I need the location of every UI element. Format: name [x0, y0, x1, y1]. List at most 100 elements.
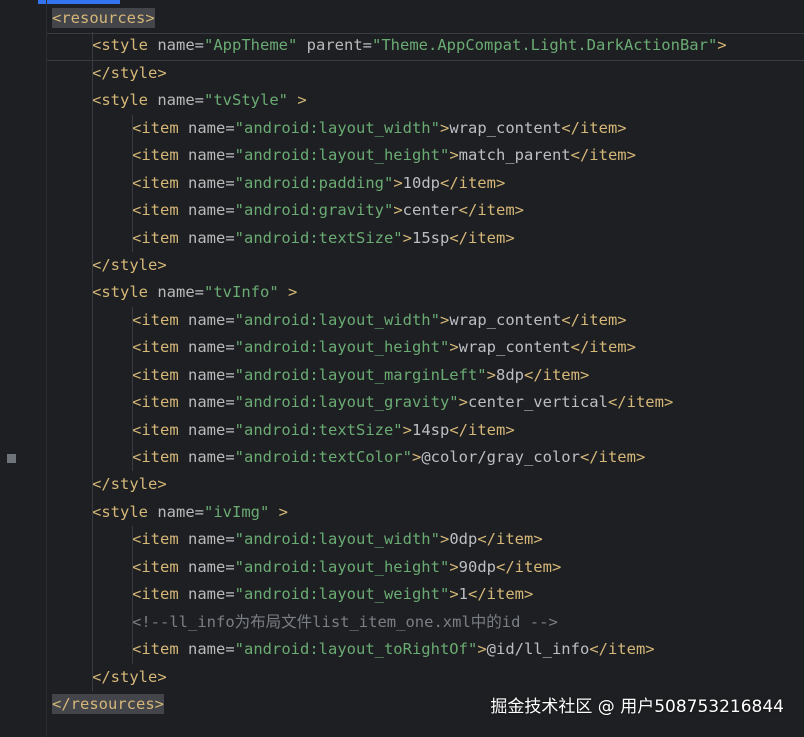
- indent-guide: [132, 306, 133, 335]
- code-line[interactable]: <!--ll_info为布局文件list_item_one.xml中的id --…: [52, 608, 804, 637]
- indent-guide: [132, 553, 133, 582]
- code-token-tag: <style: [92, 502, 158, 521]
- code-token-attr: name: [157, 283, 195, 302]
- indent-guide: [92, 279, 93, 307]
- code-token-attr: name: [157, 36, 195, 55]
- code-line[interactable]: <item name="android:gravity">center</ite…: [52, 197, 804, 225]
- code-line[interactable]: <item name="android:layout_width">wrap_c…: [52, 114, 804, 143]
- indent-guide: [92, 32, 93, 60]
- code-token-tag: </item>: [468, 585, 534, 604]
- code-line[interactable]: <style name="tvStyle" >: [52, 87, 804, 115]
- code-token-txt: =: [225, 118, 235, 137]
- code-token-txt: =: [194, 91, 204, 110]
- code-token-txt: =: [225, 146, 235, 165]
- code-token-tag: >: [288, 283, 298, 302]
- code-token-val: "android:layout_height": [234, 146, 450, 165]
- code-line[interactable]: </style>: [52, 251, 804, 280]
- indent-guide: [132, 416, 133, 444]
- code-line[interactable]: <item name="android:layout_height">90dp<…: [52, 553, 804, 582]
- code-token-tag: >: [477, 640, 487, 659]
- code-line[interactable]: <item name="android:layout_marginLeft">8…: [52, 361, 804, 390]
- code-token-txt: center_vertical: [467, 393, 608, 412]
- code-token-val: "android:layout_toRightOf": [234, 640, 478, 659]
- code-line[interactable]: <item name="android:padding">10dp</item>: [52, 169, 804, 198]
- code-line[interactable]: <style name="ivImg" >: [52, 498, 804, 527]
- code-token-tag: <item: [132, 448, 188, 466]
- code-token-txt: 90dp: [458, 557, 496, 576]
- code-line-content: <item name="android:layout_width">wrap_c…: [132, 119, 627, 137]
- code-token-txt: =: [225, 365, 235, 384]
- code-token-val: "tvInfo": [204, 283, 279, 302]
- code-line[interactable]: <item name="android:textSize">14sp</item…: [52, 416, 804, 444]
- code-line[interactable]: <item name="android:layout_toRightOf">@i…: [52, 636, 804, 664]
- code-token-val: "tvStyle": [204, 91, 288, 110]
- code-token-txt: =: [225, 585, 235, 604]
- gutter-separator: [46, 0, 47, 737]
- code-token-tag: <item: [132, 173, 188, 192]
- code-token-tag: >: [402, 420, 412, 439]
- code-token-tag: <item: [132, 557, 188, 576]
- code-line[interactable]: <item name="android:textSize">15sp</item…: [52, 224, 804, 252]
- code-token-tag: </item>: [523, 365, 590, 384]
- code-token-tag: </style>: [92, 667, 167, 686]
- code-line-content: <!--ll_info为布局文件list_item_one.xml中的id --…: [132, 613, 558, 631]
- code-line[interactable]: <item name="android:layout_width">0dp</i…: [52, 526, 804, 554]
- code-token-tag: >: [458, 393, 468, 412]
- indent-guide: [92, 114, 93, 143]
- code-token-tag: >: [449, 557, 459, 576]
- code-line[interactable]: </style>: [52, 471, 804, 499]
- code-line[interactable]: <item name="android:layout_weight">1</it…: [52, 581, 804, 609]
- code-token-tag: </item>: [561, 118, 627, 137]
- code-line[interactable]: <style name="tvInfo" >: [52, 279, 804, 307]
- indent-guide: [92, 334, 93, 362]
- indent-guide: [92, 361, 93, 390]
- code-line[interactable]: <item name="android:layout_height">wrap_…: [52, 334, 804, 362]
- code-line[interactable]: <item name="android:textColor">@color/gr…: [52, 444, 804, 472]
- code-line[interactable]: <item name="android:layout_height">match…: [52, 142, 804, 170]
- code-line-content: <resources>: [52, 8, 155, 28]
- code-token-attr: name: [157, 502, 195, 521]
- code-token-attr: name: [188, 173, 226, 192]
- code-line-content: <style name="ivImg" >: [92, 503, 288, 521]
- indent-guide: [132, 389, 133, 417]
- code-token-tag: </item>: [458, 201, 524, 220]
- code-token-tag: </style>: [92, 63, 167, 82]
- code-token-val: "android:layout_width": [234, 530, 440, 549]
- code-line-content: <style name="tvStyle" >: [92, 91, 307, 109]
- code-token-txt: =: [194, 36, 204, 55]
- editor-gutter[interactable]: [0, 0, 38, 737]
- code-token-tag: <style: [92, 91, 158, 110]
- indent-guide: [92, 197, 93, 225]
- code-line[interactable]: <item name="android:layout_gravity">cent…: [52, 389, 804, 417]
- code-token-attr: name: [188, 530, 226, 549]
- code-token-tag: </item>: [579, 448, 646, 466]
- code-line-content: <style name="AppTheme" parent="Theme.App…: [92, 36, 727, 54]
- code-editor[interactable]: <resources> <style name="AppTheme" parent…: [52, 5, 804, 718]
- code-token-tag: <item: [132, 640, 188, 659]
- code-token-tag: >: [393, 201, 403, 220]
- code-token-txt: =: [194, 283, 204, 302]
- code-line[interactable]: </style>: [52, 663, 804, 691]
- code-line[interactable]: <resources>: [52, 5, 804, 32]
- indent-guide: [132, 526, 133, 554]
- code-token-val: "android:layout_width": [234, 118, 440, 137]
- code-token-tag: <item: [132, 420, 188, 439]
- code-line[interactable]: </style>: [52, 59, 804, 88]
- code-line-content: </style>: [92, 64, 167, 82]
- code-token-attr: name: [157, 91, 195, 110]
- bookmark-marker-icon[interactable]: [7, 454, 16, 463]
- code-token-val: "ivImg": [204, 502, 270, 521]
- code-token-txt: @color/gray_color: [421, 448, 580, 466]
- indent-guide: [92, 581, 93, 609]
- indent-guide: [132, 608, 133, 637]
- code-line-content: </style>: [92, 475, 167, 493]
- code-token-tag: >: [402, 228, 412, 247]
- code-line-content: </style>: [92, 256, 167, 274]
- code-token-tag: >: [486, 365, 496, 384]
- code-line-content: <item name="android:textSize">15sp</item…: [132, 229, 515, 247]
- code-line[interactable]: <style name="AppTheme" parent="Theme.App…: [52, 32, 804, 60]
- indent-guide: [92, 553, 93, 582]
- indent-guide: [132, 224, 133, 252]
- code-token-attr: name: [188, 228, 226, 247]
- code-line[interactable]: <item name="android:layout_width">wrap_c…: [52, 306, 804, 335]
